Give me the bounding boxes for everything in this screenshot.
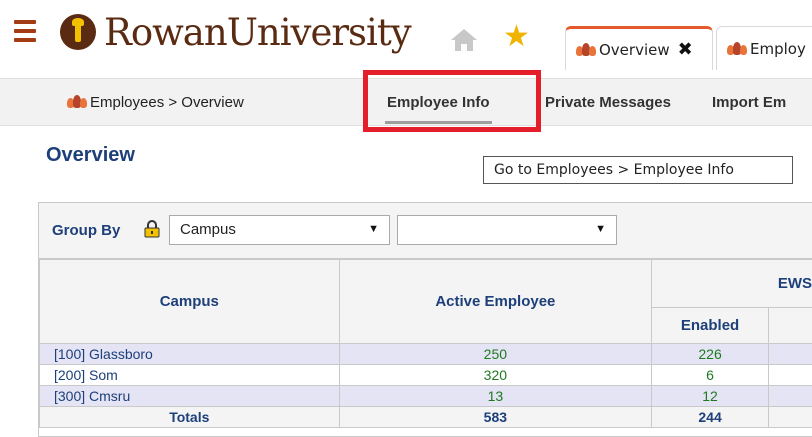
close-icon[interactable]: ✖	[678, 39, 693, 60]
empty-cell	[768, 385, 812, 407]
campus-cell: [100] Glassboro	[39, 343, 340, 365]
campus-cell: [200] Som	[39, 364, 340, 386]
totals-row: Totals 583 244	[39, 406, 812, 428]
totals-label: Totals	[39, 406, 340, 428]
column-header-active-employee[interactable]: Active Employee	[338, 259, 653, 344]
tab-label: Overview	[599, 40, 670, 59]
menu-import-label: Import Em	[712, 94, 787, 111]
active-employee-cell: 13	[338, 385, 653, 407]
column-header-enabled[interactable]: Enabled	[651, 307, 769, 344]
empty-cell	[768, 364, 812, 386]
campus-table: Campus Active Employee EWS Enabled [100]…	[39, 259, 812, 428]
university-logo[interactable]: RowanUniversity	[60, 8, 412, 56]
favorite-star-icon[interactable]: ★	[503, 22, 530, 52]
column-group-ews: EWS	[651, 259, 812, 308]
campus-cell: [300] Cmsru	[39, 385, 340, 407]
group-by-label: Group By	[52, 222, 121, 239]
hamburger-menu-icon[interactable]	[14, 20, 36, 42]
totals-active-employee: 583	[338, 406, 653, 428]
employees-icon	[727, 42, 747, 55]
home-icon[interactable]	[450, 28, 478, 52]
table-row[interactable]: [100] Glassboro 250 226	[39, 343, 812, 365]
enabled-cell: 6	[651, 364, 769, 386]
page-title: Overview	[46, 144, 135, 166]
enabled-cell: 226	[651, 343, 769, 365]
table-row[interactable]: [200] Som 320 6	[39, 364, 812, 386]
group-by-select-value: Campus	[180, 221, 236, 238]
column-header-campus[interactable]: Campus	[39, 259, 340, 344]
tab-overview[interactable]: Overview ✖	[565, 26, 713, 70]
secondary-group-select[interactable]: ▼	[397, 215, 617, 245]
employees-icon	[576, 43, 596, 56]
tooltip: Go to Employees > Employee Info	[483, 156, 793, 184]
group-by-bar: Group By Campus ▼ ▼	[39, 203, 812, 259]
breadcrumb-text: Employees > Overview	[90, 94, 244, 111]
dropdown-arrow-icon: ▼	[368, 223, 379, 235]
lock-icon[interactable]	[144, 220, 160, 238]
breadcrumb: Employees > Overview	[67, 94, 244, 111]
top-header: RowanUniversity ★ Overview ✖ Employ	[0, 0, 812, 78]
empty-cell	[768, 406, 812, 428]
employees-icon	[67, 95, 87, 108]
tab-employees[interactable]: Employ	[716, 26, 812, 70]
active-employee-cell: 320	[338, 364, 653, 386]
group-by-select[interactable]: Campus ▼	[169, 215, 390, 245]
empty-cell	[768, 343, 812, 365]
highlight-annotation-box	[363, 70, 541, 132]
brand-name: RowanUniversity	[104, 10, 412, 54]
dropdown-arrow-icon: ▼	[595, 223, 606, 235]
menu-private-messages-label: Private Messages	[545, 94, 671, 111]
torch-logo-icon	[60, 14, 96, 50]
active-employee-cell: 250	[338, 343, 653, 365]
menu-private-messages[interactable]: Private Messages	[545, 94, 671, 111]
enabled-cell: 12	[651, 385, 769, 407]
totals-enabled: 244	[651, 406, 769, 428]
column-header-next	[768, 307, 812, 344]
menu-import[interactable]: Import Em	[712, 94, 786, 111]
tab-label: Employ	[750, 39, 806, 58]
table-row[interactable]: [300] Cmsru 13 12	[39, 385, 812, 407]
overview-panel: Group By Campus ▼ ▼ Campus Active Employ…	[38, 202, 812, 437]
